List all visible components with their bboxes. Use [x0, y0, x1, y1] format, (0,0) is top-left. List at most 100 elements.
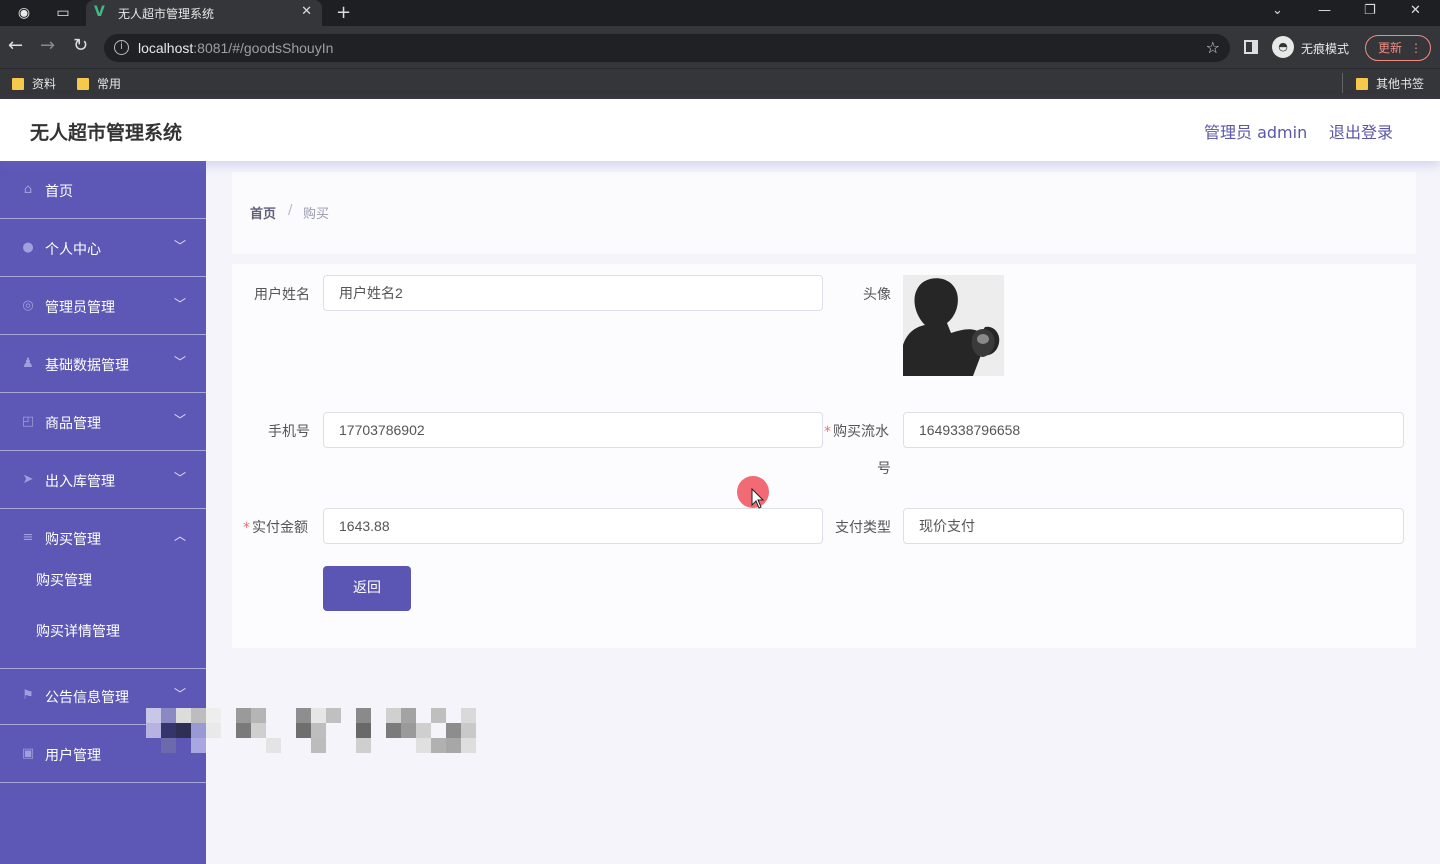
- avatar: [903, 275, 1004, 376]
- side-panel-icon[interactable]: [1244, 40, 1258, 54]
- sidebar-item-basic-data[interactable]: ♟ 基础数据管理 ﹀: [0, 335, 206, 393]
- chevron-down-icon: ﹀: [174, 413, 187, 427]
- required-mark: *: [824, 424, 831, 440]
- sidebar-item-admin-management[interactable]: ◎ 管理员管理 ﹀: [0, 277, 206, 335]
- browser-tab-active[interactable]: V 无人超市管理系统 ✕: [86, 0, 322, 26]
- restore-icon[interactable]: ❐: [1364, 3, 1376, 18]
- home-icon: ⌂: [23, 182, 33, 197]
- user-icon: ●: [22, 240, 34, 255]
- folder-icon: [1356, 78, 1368, 90]
- chevron-down-icon: ﹀: [174, 239, 187, 253]
- phone-label: 手机号: [268, 424, 310, 440]
- more-menu-icon[interactable]: ⋮: [1410, 36, 1422, 60]
- site-info-icon[interactable]: i: [114, 40, 129, 55]
- amount-label-text: 实付金额: [252, 520, 308, 536]
- update-label: 更新: [1378, 41, 1403, 55]
- flag-icon: ⚑: [22, 688, 34, 703]
- sidebar-item-home[interactable]: ⌂ 首页: [0, 161, 206, 219]
- serial-label-line2: 号: [877, 461, 891, 477]
- breadcrumb-home[interactable]: 首页: [250, 203, 276, 222]
- admin-label: 管理员 admin: [1204, 123, 1308, 142]
- data-icon: ♟: [22, 356, 34, 371]
- logout-link[interactable]: 退出登录: [1329, 119, 1393, 143]
- back-button[interactable]: 返回: [323, 566, 411, 611]
- serial-label: * 购买流水: [824, 421, 889, 441]
- sidebar-item-label: 基础数据管理: [45, 358, 129, 374]
- serial-label-text: 购买流水: [833, 424, 889, 440]
- globe-icon[interactable]: ◉: [16, 5, 32, 21]
- reload-icon[interactable]: ↻: [73, 36, 88, 56]
- sidebar-item-personal-center[interactable]: ● 个人中心 ﹀: [0, 219, 206, 277]
- tab-search-icon[interactable]: ⌄: [1272, 3, 1283, 18]
- clipboard-icon: ▣: [21, 746, 35, 761]
- amount-label: * 实付金额: [243, 517, 308, 537]
- send-icon: ➤: [22, 472, 34, 487]
- bookmark-folder-1[interactable]: 资料: [12, 75, 56, 92]
- bookmark-star-icon[interactable]: ☆: [1206, 38, 1220, 57]
- bookmark-label: 其他书签: [1376, 77, 1425, 91]
- tab-title: 无人超市管理系统: [118, 7, 215, 21]
- update-button[interactable]: 更新 ⋮: [1365, 35, 1431, 61]
- submenu-item-purchase-details[interactable]: 购买详情管理: [0, 606, 206, 656]
- sidebar-item-stock[interactable]: ➤ 出入库管理 ﹀: [0, 451, 206, 509]
- bookmark-folder-2[interactable]: 常用: [77, 75, 121, 92]
- incognito-label: 无痕模式: [1301, 42, 1350, 56]
- breadcrumb: 首页 / 购买: [232, 172, 1416, 254]
- forward-arrow-icon[interactable]: →: [40, 36, 55, 56]
- chevron-down-icon: ﹀: [174, 687, 187, 701]
- pay-type-label: 支付类型: [835, 520, 891, 536]
- sidebar-item-label: 用户管理: [45, 748, 101, 764]
- pay-type-field[interactable]: 现价支付: [903, 508, 1404, 544]
- incognito-icon[interactable]: ◓: [1272, 36, 1294, 58]
- app-title: 无人超市管理系统: [30, 122, 183, 144]
- url-host: localhost: [138, 40, 194, 56]
- bookmarks-bar: 资料 常用 其他书签: [0, 68, 1440, 99]
- window-close-icon[interactable]: ✕: [1410, 3, 1421, 18]
- folder-icon: [77, 78, 89, 90]
- goods-icon: ◰: [21, 414, 35, 429]
- username-field[interactable]: 用户姓名2: [323, 275, 823, 311]
- required-mark: *: [243, 520, 250, 536]
- bookmark-divider: [1342, 73, 1343, 93]
- other-bookmarks[interactable]: 其他书签: [1356, 75, 1424, 92]
- folder-icon: [12, 78, 24, 90]
- submenu-label: 购买详情管理: [36, 624, 120, 640]
- address-bar[interactable]: i localhost:8081/#/goodsShouyIn ☆: [104, 34, 1230, 62]
- browser-tab-bar: ◉ ▭ V 无人超市管理系统 ✕ + ⌄ — ❐ ✕: [0, 0, 1440, 26]
- sidebar-item-label: 出入库管理: [45, 474, 115, 490]
- submenu-label: 购买管理: [36, 573, 92, 589]
- sidebar-item-label: 管理员管理: [45, 300, 115, 316]
- sidebar-item-purchase[interactable]: ≡ 购买管理 ︿ 购买管理 购买详情管理: [0, 509, 206, 669]
- mouse-pointer-icon: [751, 488, 765, 509]
- submenu-item-purchase-management[interactable]: 购买管理: [0, 555, 206, 605]
- serial-number-field[interactable]: 1649338796658: [903, 412, 1404, 448]
- tab-close-icon[interactable]: ✕: [301, 4, 312, 19]
- url-path: :8081/#/goodsShouyIn: [193, 40, 334, 56]
- bookmark-label: 资料: [32, 77, 57, 91]
- avatar-image: [903, 275, 1004, 376]
- sidebar-item-label: 个人中心: [45, 242, 101, 258]
- sidebar-item-label: 公告信息管理: [45, 690, 129, 706]
- amount-field[interactable]: 1643.88: [323, 508, 823, 544]
- username-label: 用户姓名: [254, 287, 310, 303]
- bookmark-label: 常用: [97, 77, 122, 91]
- vue-logo-icon: V: [94, 4, 105, 20]
- minimize-icon[interactable]: —: [1318, 3, 1331, 18]
- chevron-down-icon: ﹀: [174, 471, 187, 485]
- sidebar-item-label: 购买管理: [45, 532, 101, 548]
- url-text: localhost:8081/#/goodsShouyIn: [138, 40, 333, 56]
- admin-icon: ◎: [22, 298, 34, 313]
- window-icon[interactable]: ▭: [55, 5, 71, 21]
- avatar-label: 头像: [863, 287, 891, 303]
- breadcrumb-current: 购买: [303, 207, 330, 222]
- chevron-down-icon: ﹀: [174, 297, 187, 311]
- breadcrumb-separator: /: [288, 203, 293, 218]
- chevron-down-icon: ﹀: [174, 355, 187, 369]
- sidebar-item-goods[interactable]: ◰ 商品管理 ﹀: [0, 393, 206, 451]
- chevron-up-icon: ︿: [174, 529, 187, 543]
- list-icon: ≡: [22, 530, 34, 545]
- phone-field[interactable]: 17703786902: [323, 412, 823, 448]
- back-arrow-icon[interactable]: ←: [8, 36, 23, 56]
- new-tab-icon[interactable]: +: [336, 2, 351, 23]
- sidebar-item-label: 商品管理: [45, 416, 101, 432]
